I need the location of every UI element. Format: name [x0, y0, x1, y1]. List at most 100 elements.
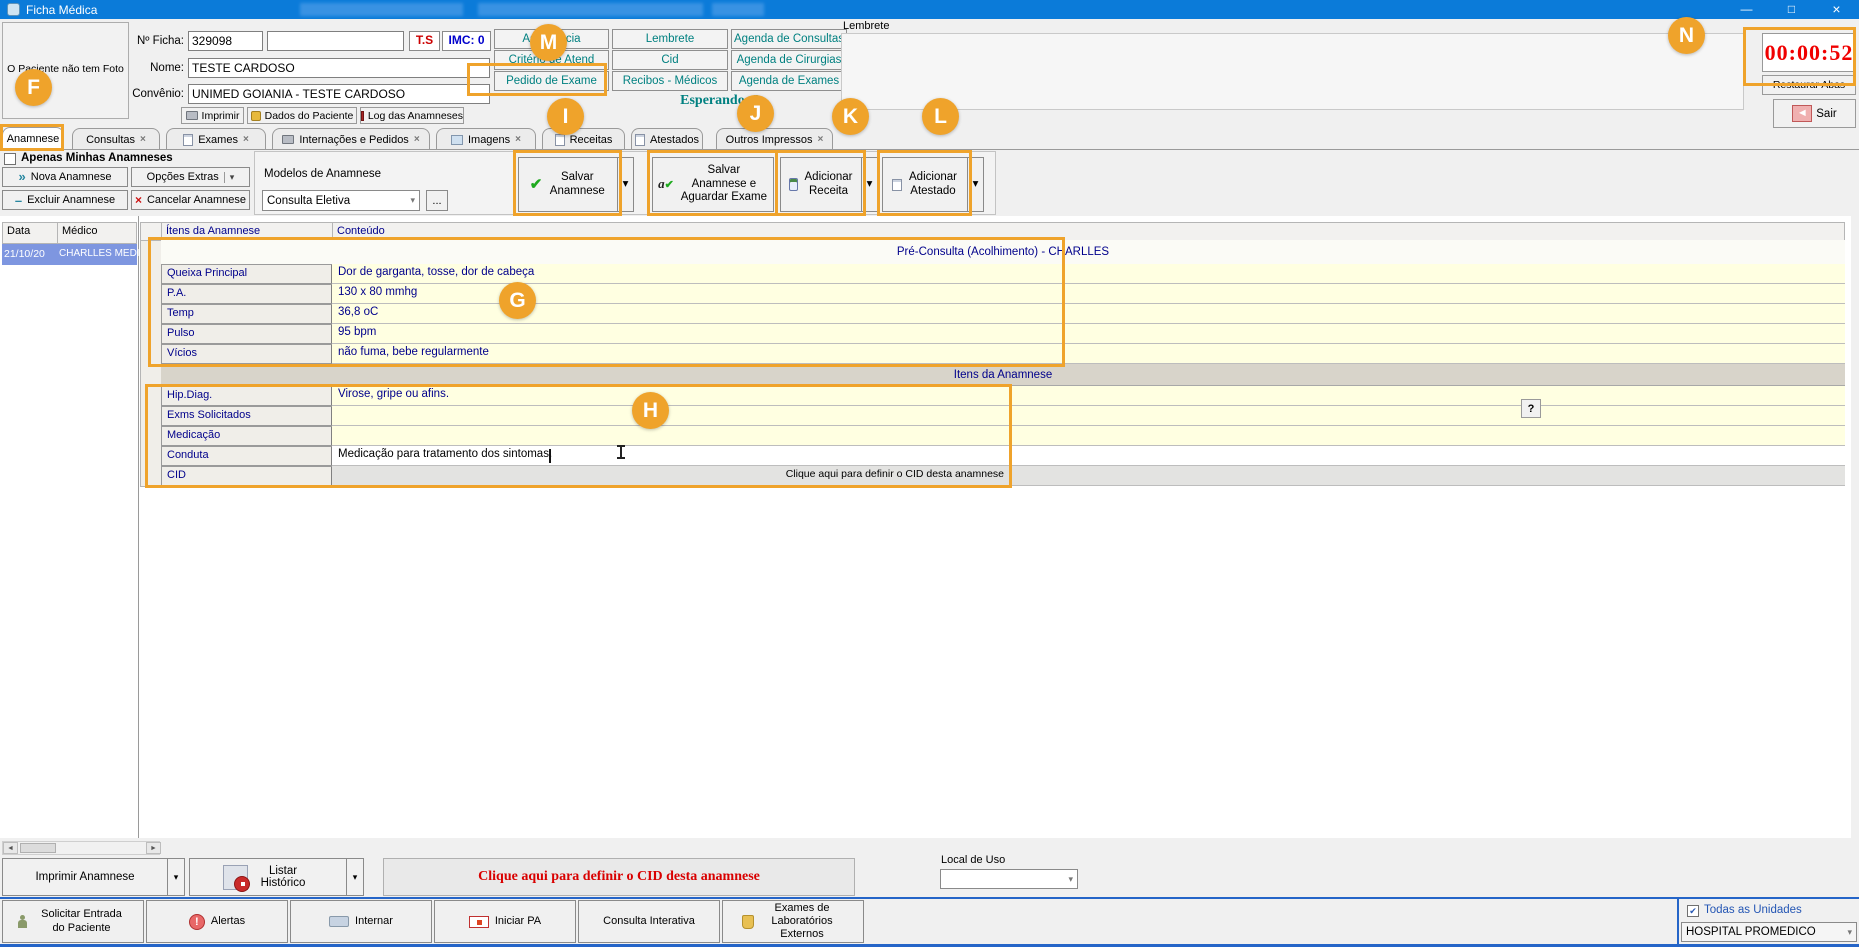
listar-historico-button[interactable]: Listar Histórico	[189, 858, 347, 896]
dados-paciente-button[interactable]: Dados do Paciente	[247, 107, 357, 124]
footer-separator	[1677, 899, 1679, 944]
maximize-icon[interactable]: □	[1769, 0, 1814, 19]
receitas-tab-icon	[555, 134, 565, 146]
footer-top-border	[0, 897, 1859, 899]
history-col-medico[interactable]: Médico	[57, 222, 137, 244]
close-tab-icon[interactable]: ×	[140, 134, 146, 145]
chevron-down-icon: ▾	[1847, 927, 1852, 938]
annotation-marker-N: N	[1668, 17, 1705, 54]
convenio-input[interactable]	[188, 84, 490, 104]
local-de-uso-label: Local de Uso	[941, 854, 1005, 866]
ficha-extra-input[interactable]	[267, 31, 404, 51]
annotation-marker-L: L	[922, 98, 959, 135]
imprimir-anamnese-button[interactable]: Imprimir Anamnese	[2, 858, 168, 896]
ficha-label: Nº Ficha:	[108, 35, 184, 47]
atestados-tab-icon	[635, 134, 645, 146]
tab-imagens[interactable]: Imagens×	[436, 128, 536, 150]
redacted-title-text	[712, 3, 764, 16]
chevron-down-icon: ▾	[1068, 874, 1073, 885]
close-tab-icon[interactable]: ×	[414, 134, 420, 145]
annotation-marker-I: I	[547, 98, 584, 135]
ambulance-icon	[469, 916, 489, 928]
agenda-cirurgias-button[interactable]: Agenda de Cirurgias	[731, 50, 847, 70]
agenda-consultas-button[interactable]: Agenda de Consultas	[731, 29, 847, 49]
redacted-title-text	[300, 3, 463, 16]
unidade-select[interactable]: HOSPITAL PROMEDICO ▾	[1681, 922, 1857, 942]
alert-icon: !	[189, 914, 205, 930]
excluir-anamnese-button[interactable]: – Excluir Anamnese	[2, 190, 128, 210]
consulta-interativa-button[interactable]: Consulta Interativa	[578, 900, 720, 943]
patient-data-icon	[251, 111, 261, 121]
history-scrollbar[interactable]: ◄ ►	[2, 841, 160, 855]
todas-unidades-checkbox[interactable]: ✔	[1687, 905, 1699, 917]
scrollbar-thumb[interactable]	[20, 843, 56, 853]
close-tab-icon[interactable]: ×	[817, 134, 823, 145]
history-row-selected[interactable]: 21/10/20 CHARLLES MEDICO	[2, 244, 137, 265]
annotation-marker-F: F	[15, 69, 52, 106]
modelo-select[interactable]: Consulta Eletiva ▾	[262, 190, 420, 211]
waiting-count: Esperando: 3	[620, 93, 820, 109]
annotation-box-N	[1743, 27, 1856, 86]
close-tab-icon[interactable]: ×	[515, 134, 521, 145]
iniciar-pa-button[interactable]: Iniciar PA	[434, 900, 576, 943]
modelos-label: Modelos de Anamnese	[264, 168, 381, 180]
history-col-data[interactable]: Data	[2, 222, 58, 244]
cancelar-anamnese-button[interactable]: × Cancelar Anamnese	[131, 190, 250, 210]
scroll-right-icon[interactable]: ►	[146, 842, 161, 854]
annotation-box-F	[0, 124, 64, 151]
tab-exames[interactable]: Exames×	[166, 128, 266, 150]
history-row-date: 21/10/20	[4, 248, 45, 260]
tab-outros-impressos[interactable]: Outros Impressos×	[716, 128, 833, 150]
title-bar: Ficha Médica — □ ×	[0, 0, 1859, 19]
exames-tab-icon	[183, 134, 193, 146]
local-de-uso-select[interactable]: ▾	[940, 869, 1078, 889]
cid-button[interactable]: Cid	[612, 50, 728, 70]
tab-internacoes[interactable]: Internações e Pedidos×	[272, 128, 430, 150]
annotation-marker-H: H	[632, 392, 669, 429]
close-tab-icon[interactable]: ×	[243, 134, 249, 145]
tab-consultas[interactable]: Consultas×	[72, 128, 160, 150]
annotation-marker-J: J	[737, 95, 774, 132]
imagens-tab-icon	[451, 135, 463, 145]
lab-sample-icon	[742, 915, 754, 929]
imprimir-button[interactable]: Imprimir	[181, 107, 244, 124]
log-anamneses-button[interactable]: Log das Anamneses	[360, 107, 464, 124]
lembrete-panel-label: Lembrete	[843, 20, 889, 32]
tab-atestados[interactable]: Atestados	[631, 128, 703, 150]
imprimir-dropdown-arrow[interactable]: ▾	[167, 858, 185, 896]
imc-badge[interactable]: IMC: 0	[442, 31, 491, 51]
close-icon[interactable]: ×	[1814, 0, 1859, 19]
scroll-left-icon[interactable]: ◄	[3, 842, 18, 854]
exit-icon: ◄	[1792, 105, 1812, 122]
exames-lab-externos-button[interactable]: Exames de Laboratórios Externos	[722, 900, 864, 943]
cid-banner-button[interactable]: Clique aqui para definir o CID desta ana…	[383, 858, 855, 896]
listar-dropdown-arrow[interactable]: ▾	[346, 858, 364, 896]
opcoes-extras-button[interactable]: Opções Extras ▾	[131, 167, 250, 187]
annotation-marker-K: K	[832, 98, 869, 135]
lembrete-button[interactable]: Lembrete	[612, 29, 728, 49]
agenda-exames-button[interactable]: Agenda de Exames	[731, 71, 847, 91]
annotation-box-J	[647, 150, 778, 216]
chevron-down-icon[interactable]: ▾	[224, 172, 235, 183]
apenas-minhas-checkbox[interactable]	[4, 153, 16, 165]
new-anamnese-icon: »	[19, 172, 26, 182]
annotation-box-M	[467, 63, 607, 96]
nome-input[interactable]	[188, 58, 490, 78]
recibos-medicos-button[interactable]: Recibos - Médicos	[612, 71, 728, 91]
log-icon	[361, 111, 364, 121]
modelo-more-button[interactable]: ...	[426, 190, 448, 211]
todas-unidades-label: Todas as Unidades	[1704, 904, 1802, 916]
help-button[interactable]: ?	[1521, 399, 1541, 418]
solicitar-entrada-button[interactable]: Solicitar Entrada do Paciente	[2, 900, 144, 943]
ficha-input[interactable]	[188, 31, 263, 51]
historico-icon	[223, 865, 248, 890]
internar-button[interactable]: Internar	[290, 900, 432, 943]
lembrete-memo[interactable]	[841, 33, 1744, 110]
convenio-label: Convênio:	[98, 88, 184, 100]
alertas-button[interactable]: ! Alertas	[146, 900, 288, 943]
nome-label: Nome:	[108, 62, 184, 74]
minimize-icon[interactable]: —	[1724, 0, 1769, 19]
nova-anamnese-button[interactable]: » Nova Anamnese	[2, 167, 128, 187]
ts-badge[interactable]: T.S	[409, 31, 440, 51]
sair-button[interactable]: ◄ Sair	[1773, 99, 1856, 128]
